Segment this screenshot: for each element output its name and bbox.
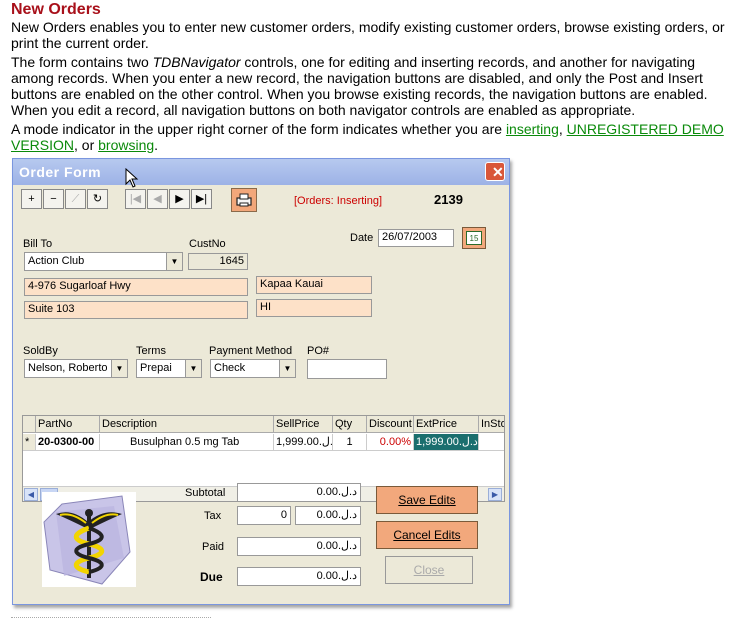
calendar-icon: 15: [466, 231, 482, 245]
address2-field[interactable]: Suite 103: [24, 301, 248, 319]
chevron-down-icon[interactable]: ▼: [185, 360, 201, 377]
terms-label: Terms: [136, 345, 166, 357]
subtotal-field: د.ل.0.00: [237, 483, 361, 502]
soldby-value: Nelson, Roberto: [28, 362, 108, 374]
due-field: د.ل.0.00: [237, 567, 361, 586]
tdbnavigator-term: TDBNavigator: [152, 54, 241, 70]
po-label: PO#: [307, 345, 330, 357]
prior-record-button[interactable]: ◀: [147, 189, 168, 209]
caduceus-logo: [42, 492, 136, 587]
save-edits-button[interactable]: Save Edits: [376, 486, 478, 514]
footnote-divider: [11, 617, 211, 621]
caduceus-icon: [42, 492, 136, 587]
cell-description[interactable]: Busulphan 0.5 mg Tab: [100, 434, 274, 451]
state-field[interactable]: HI: [256, 299, 372, 317]
grid-header-qty[interactable]: Qty: [333, 416, 367, 433]
edit-record-button[interactable]: ⟋: [65, 189, 86, 209]
cancel-edits-button[interactable]: Cancel Edits: [376, 521, 478, 549]
first-record-button[interactable]: |◀: [125, 189, 146, 209]
customer-combo-value: Action Club: [28, 255, 85, 267]
scroll-right-icon[interactable]: ▶: [488, 488, 502, 501]
scroll-left-icon[interactable]: ◀: [24, 488, 38, 501]
grid-header-partno[interactable]: PartNo: [36, 416, 100, 433]
city-field[interactable]: Kapaa Kauai: [256, 276, 372, 294]
subtotal-label: Subtotal: [185, 487, 226, 499]
payment-method-value: Check: [214, 362, 246, 374]
grid-header-description[interactable]: Description: [100, 416, 274, 433]
close-button[interactable]: Close: [385, 556, 473, 584]
refresh-button[interactable]: ↻: [87, 189, 108, 209]
inserting-link[interactable]: inserting: [506, 121, 559, 137]
chevron-down-icon[interactable]: ▼: [279, 360, 295, 377]
window-title: Order Form: [19, 164, 102, 180]
mode-paragraph-end: .: [154, 137, 159, 153]
mode-paragraph: A mode indicator in the upper right corn…: [11, 121, 737, 153]
mode-indicator: [Orders: Inserting]: [294, 195, 383, 207]
grid-header-sellprice[interactable]: SellPrice: [274, 416, 333, 433]
custno-field: 1645: [188, 253, 248, 270]
order-form-window: Order Form ✕ + − ⟋ ↻ |◀ ◀ ▶ ▶| [Orders: …: [12, 158, 510, 605]
grid-indicator-header: [23, 416, 36, 433]
paid-field[interactable]: د.ل.0.00: [237, 537, 361, 556]
delete-record-button[interactable]: −: [43, 189, 64, 209]
navigator-paragraph-start: The form contains two: [11, 54, 153, 70]
cell-sellprice[interactable]: د.ل.1,999.00: [274, 434, 333, 451]
grid-header-extprice[interactable]: ExtPrice: [414, 416, 479, 433]
terms-combo[interactable]: Prepai ▼: [136, 359, 202, 378]
paid-label: Paid: [202, 541, 225, 553]
cell-partno[interactable]: 20-0300-00: [36, 434, 100, 451]
calendar-button[interactable]: 15: [462, 227, 486, 249]
separator-1: ,: [558, 121, 567, 137]
grid-header-discount[interactable]: Discount: [367, 416, 414, 433]
help-document: New Orders New Orders enables you to ent…: [11, 0, 737, 156]
bill-to-label: Bill To: [23, 238, 53, 250]
address1-field[interactable]: 4-976 Sugarloaf Hwy: [24, 278, 248, 296]
cell-extprice[interactable]: د.ل.1,999.00: [414, 434, 479, 451]
page-title: New Orders: [11, 1, 101, 18]
insert-record-button[interactable]: +: [21, 189, 42, 209]
tax-rate-field[interactable]: 0: [237, 506, 291, 525]
tax-label: Tax: [204, 510, 222, 522]
next-record-button[interactable]: ▶: [169, 189, 190, 209]
navigator-paragraph: The form contains two TDBNavigator contr…: [11, 54, 737, 118]
grid-header-instock[interactable]: InSto: [479, 416, 504, 433]
mode-paragraph-start: A mode indicator in the upper right corn…: [11, 121, 506, 137]
browsing-link[interactable]: browsing: [98, 137, 154, 153]
customer-combo[interactable]: Action Club ▼: [24, 252, 183, 271]
custno-label: CustNo: [189, 238, 226, 250]
order-number: 2139: [434, 192, 463, 207]
cell-instock[interactable]: [479, 434, 504, 451]
due-label: Due: [200, 570, 223, 584]
row-indicator: *: [23, 434, 36, 451]
cell-qty[interactable]: 1: [333, 434, 367, 451]
intro-paragraph: New Orders enables you to enter new cust…: [11, 19, 725, 51]
window-close-button[interactable]: ✕: [485, 162, 505, 181]
payment-method-label: Payment Method: [209, 345, 293, 357]
printer-icon: [236, 193, 252, 207]
form-client-area: + − ⟋ ↻ |◀ ◀ ▶ ▶| [Orders: Inserting] 21…: [16, 186, 506, 602]
print-icon[interactable]: [231, 188, 257, 212]
soldby-label: SoldBy: [23, 345, 58, 357]
mouse-cursor-icon: [125, 168, 139, 188]
soldby-combo[interactable]: Nelson, Roberto ▼: [24, 359, 128, 378]
chevron-down-icon[interactable]: ▼: [166, 253, 182, 270]
po-input[interactable]: [307, 359, 387, 379]
terms-value: Prepai: [140, 362, 172, 374]
last-record-button[interactable]: ▶|: [191, 189, 212, 209]
chevron-down-icon[interactable]: ▼: [111, 360, 127, 377]
cell-discount[interactable]: 0.00%: [367, 434, 414, 451]
window-titlebar[interactable]: Order Form ✕: [13, 159, 509, 185]
payment-method-combo[interactable]: Check ▼: [210, 359, 296, 378]
date-label: Date: [350, 232, 374, 244]
separator-2: , or: [74, 137, 99, 153]
tax-amount-field: د.ل.0.00: [295, 506, 361, 525]
date-field[interactable]: 26/07/2003: [378, 229, 454, 247]
